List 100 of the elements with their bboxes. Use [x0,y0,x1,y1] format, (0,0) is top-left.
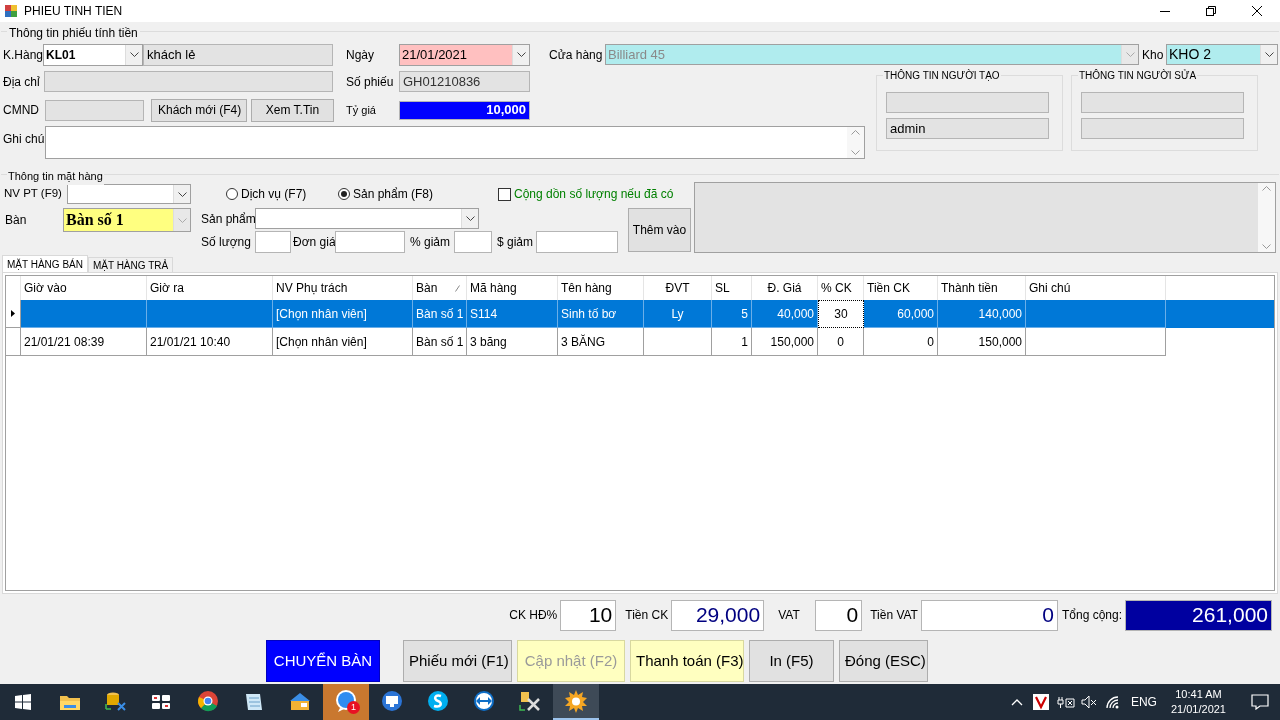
exchange-rate-field[interactable]: 10,000 [399,100,530,120]
table-cell: 150,000 [752,328,818,356]
chevron-up-icon [1010,698,1023,706]
date-picker[interactable]: 21/01/2021 [399,43,530,66]
restore-icon [1206,6,1216,16]
customer-button[interactable]: Xem T.Tin [251,98,334,122]
table-cell [644,328,712,356]
dropdown-caret-icon [1264,52,1274,57]
table-cell: 0 [818,328,864,356]
user-field[interactable] [886,92,1049,113]
table-cell: 1 [712,328,752,356]
action-button[interactable]: Phiếu mới (F1) [403,640,512,682]
field-label: Đơn giá [292,234,335,251]
notification-badge: 1 [347,701,360,714]
discount-percent-field[interactable] [454,231,492,253]
tab[interactable]: MẶT HÀNG BÁN [2,255,88,272]
muted-speaker-icon [1080,695,1097,709]
field-label: Địa chỉ [3,73,41,91]
customer-name-field[interactable]: khách lẻ [143,43,333,66]
field-label: NV PT (F9) [3,186,63,202]
table-cell: [Chọn nhân viên] [273,328,413,356]
field-label: Ghi chú [3,131,45,148]
warehouse-dropdown[interactable]: KHO 2 [1166,44,1278,65]
note-textarea[interactable] [45,126,865,159]
app-icon [4,4,18,18]
dropdown-caret-icon [516,52,526,57]
dropdown-caret-icon [177,217,187,223]
field-label: Kho [1142,46,1165,64]
total-field[interactable]: 261,000 [1125,599,1272,631]
windows-logo-icon [15,694,31,710]
table-cell: 3 băng [467,328,558,356]
tab[interactable]: MẶT HÀNG TRẢ [87,257,174,272]
amount-field[interactable]: 29,000 [671,599,765,631]
clock[interactable]: 10:41 AM 21/01/2021 [1170,687,1226,717]
table-cell: Bàn số 1 [413,328,467,356]
customer-code-dropdown[interactable]: KL01 [43,43,143,66]
field-label: Cửa hàng [549,46,604,64]
scroll-up-icon [851,130,860,135]
product-dropdown[interactable] [255,208,479,229]
table-cell: 3 BĂNG [558,328,644,356]
table-cell: 30 [818,300,864,328]
field-label: Ngày [346,46,375,64]
dropdown-caret-icon [1125,52,1135,57]
action-button[interactable]: CHUYỂN BÀN [266,640,380,682]
table-cell: 150,000 [938,328,1026,356]
user-field[interactable] [1081,118,1244,139]
user-field[interactable] [1081,92,1244,113]
quantity-field[interactable] [255,231,291,253]
unit-price-field[interactable] [335,231,405,253]
field-label: % giảm [409,234,451,251]
window-title: PHIEU TINH TIEN [24,3,124,20]
id-card-field[interactable] [45,99,144,121]
panel-legend: THÔNG TIN NGƯỜI TẠO [883,68,1001,83]
invoice-number-field[interactable]: GH01210836 [399,71,530,92]
user-field[interactable]: admin [886,118,1049,139]
wifi-icon [1104,695,1121,709]
amount-field[interactable]: 0 [920,599,1058,631]
field-label: Sản phẩm [200,210,255,228]
table-cell: 21/01/21 10:40 [147,328,273,356]
table-cell: 21/01/21 08:39 [21,328,147,356]
field-label: Số lượng [200,234,252,251]
add-button[interactable]: Thêm vào [628,208,691,252]
language-indicator[interactable]: ENG [1130,693,1157,711]
field-label: Số phiếu [346,73,395,91]
field-label: CMND [3,102,40,119]
power-icon [1056,695,1075,709]
notification-icon [1251,694,1269,710]
taskbar-app[interactable] [553,684,599,720]
current-row-icon [11,310,15,317]
radio-option[interactable]: Sản phẩm (F8) [338,185,498,203]
scroll-down-icon [851,150,860,155]
address-field[interactable] [44,71,333,92]
taskbar-app[interactable]: 1 [323,684,369,720]
field-label: K.Hàng [3,46,43,64]
action-button[interactable]: Đóng (ESC) [839,640,928,682]
field-label: Tiền CK [625,607,669,624]
customer-button[interactable]: Khách mới (F4) [151,98,247,122]
field-label: CK HĐ% [509,607,558,624]
field-label: Bàn [4,212,28,229]
amount-field[interactable]: 10 [560,599,617,631]
antivirus-shield-icon [1032,694,1049,710]
staff-dropdown[interactable] [67,184,191,204]
grid-row[interactable]: [Chọn nhân viên] Bàn số 1 S114 Sinh tố bơ Ly 5 40,000 30 60,000 140,000 [6,300,1274,328]
item-note-textarea[interactable] [694,182,1276,253]
field-label: VAT [778,607,801,624]
table-cell: 0 [864,328,938,356]
dropdown-caret-icon [465,216,475,221]
scroll-down-icon [1262,244,1271,249]
amount-field[interactable]: 0 [815,599,863,631]
dropdown-caret-icon [177,191,187,197]
action-button[interactable]: In (F5) [749,640,834,682]
action-button[interactable]: Thanh toán (F3) [630,640,744,682]
discount-amount-field[interactable] [536,231,618,253]
dropdown-caret-icon [129,52,139,57]
field-label: Tiền VAT [870,607,918,624]
radio-option[interactable]: Dịch vụ (F7) [226,185,338,203]
accumulate-checkbox[interactable]: Cộng dồn số lượng nếu đã có [498,185,674,203]
group-legend: Thông tin phiếu tính tiền [7,24,140,42]
field-label: Tổng cộng: [1061,607,1122,624]
field-label: $ giảm [496,234,535,251]
